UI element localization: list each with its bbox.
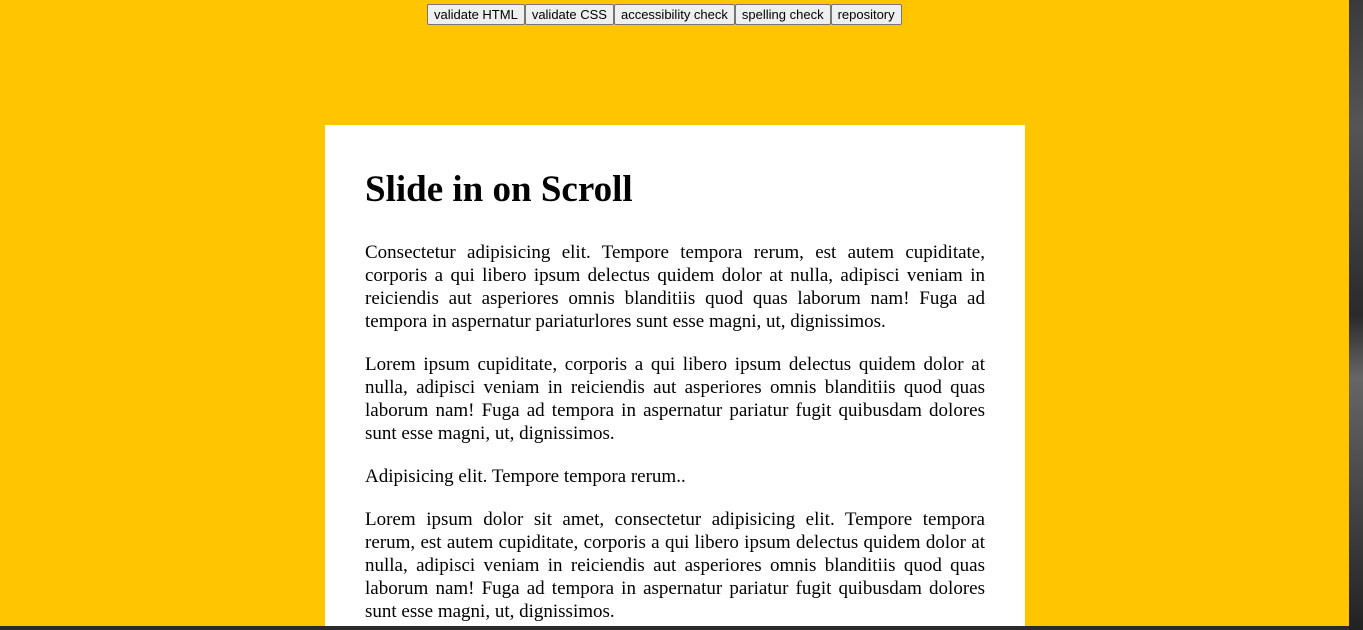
spelling-check-button[interactable]: spelling check — [734, 4, 831, 25]
accessibility-check-button[interactable]: accessibility check — [613, 4, 735, 25]
page: validate HTML validate CSS accessibility… — [0, 0, 1349, 626]
validate-css-button[interactable]: validate CSS — [524, 4, 614, 25]
paragraph: Lorem ipsum dolor sit amet, consectetur … — [365, 509, 985, 622]
validate-html-button[interactable]: validate HTML — [427, 4, 525, 25]
desktop-background — [1349, 0, 1363, 630]
paragraph: Adipisicing elit. Tempore tempora rerum.… — [365, 466, 686, 487]
window-bottom-edge — [0, 626, 1349, 630]
paragraph: Consectetur adipisicing elit. Tempore te… — [365, 242, 985, 332]
toolbar: validate HTML validate CSS accessibility… — [427, 4, 902, 25]
repository-button[interactable]: repository — [830, 4, 902, 25]
article-card: Slide in on Scroll Consectetur adipisici… — [325, 125, 1025, 626]
paragraph: Lorem ipsum cupiditate, corporis a qui l… — [365, 354, 985, 444]
page-title: Slide in on Scroll — [365, 169, 633, 210]
